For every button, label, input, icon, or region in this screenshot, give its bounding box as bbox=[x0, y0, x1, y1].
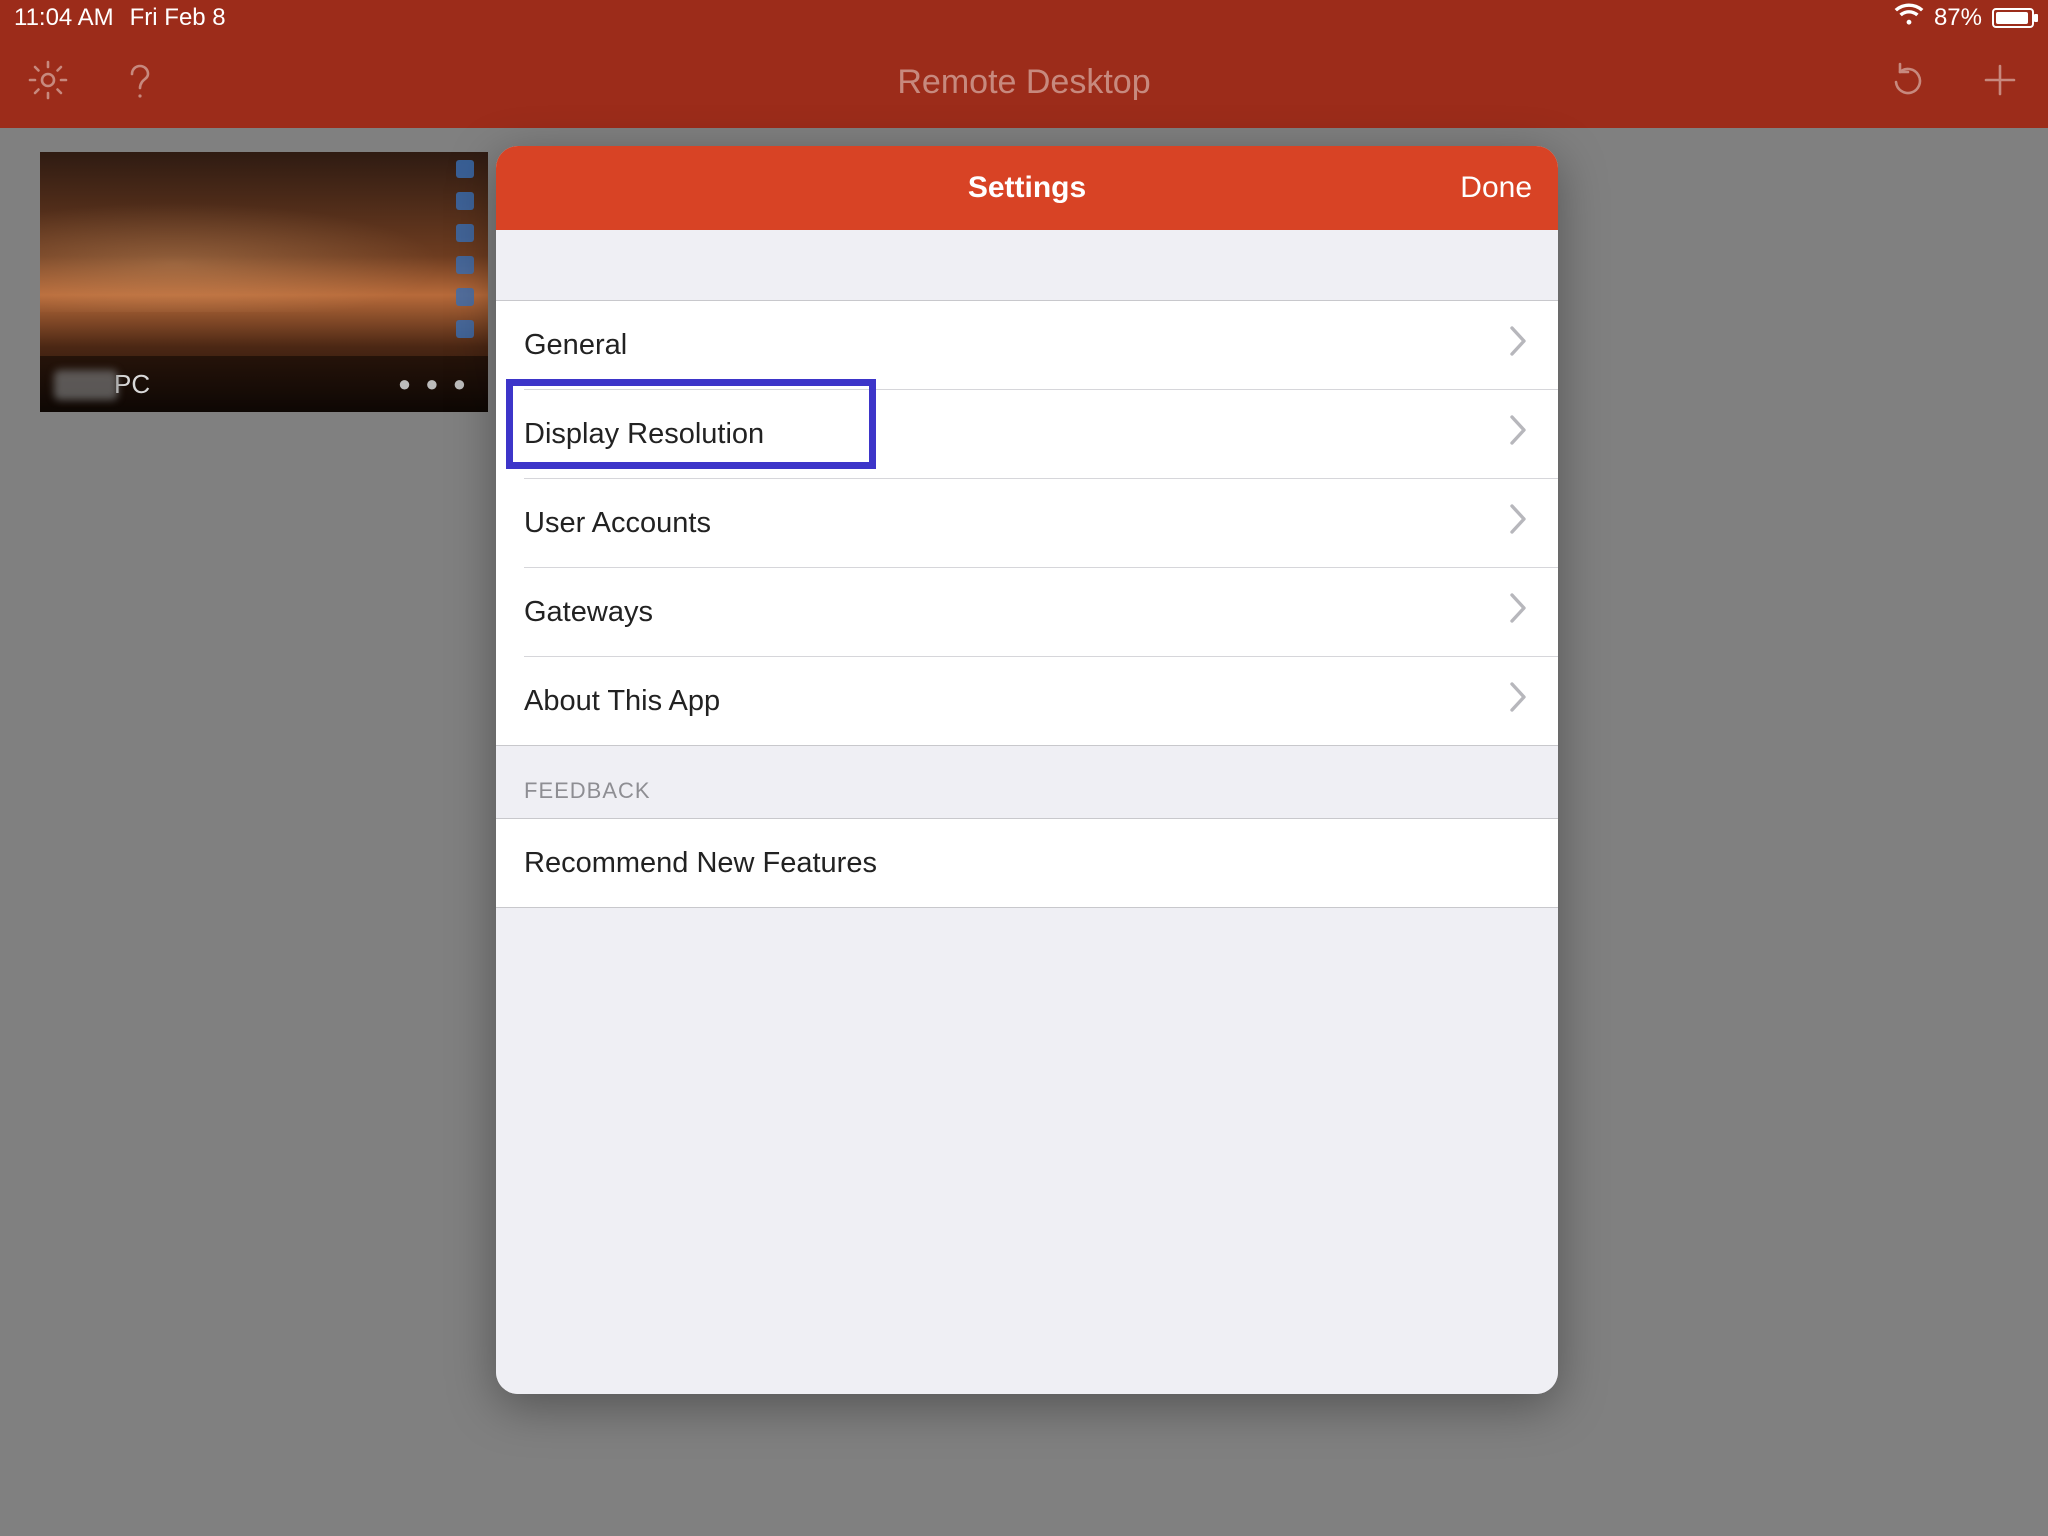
settings-row-user-accounts[interactable]: User Accounts bbox=[496, 479, 1558, 567]
thumbnail-name-prefix bbox=[54, 370, 118, 400]
app-title: Remote Desktop bbox=[897, 63, 1150, 102]
refresh-icon[interactable] bbox=[1886, 58, 1930, 107]
settings-section-main: General Display Resolution User Accounts… bbox=[496, 301, 1558, 745]
chevron-right-icon bbox=[1508, 413, 1530, 455]
wifi-icon bbox=[1894, 3, 1924, 34]
status-date: Fri Feb 8 bbox=[130, 4, 226, 32]
settings-row-display-resolution[interactable]: Display Resolution bbox=[496, 390, 1558, 478]
content-area: PC ● ● ● Settings Done General Display R… bbox=[0, 128, 2048, 1536]
status-bar: 11:04 AM Fri Feb 8 87% bbox=[0, 0, 2048, 36]
thumbnail-desktop-icons bbox=[456, 160, 480, 352]
settings-empty-space bbox=[496, 908, 1558, 1394]
thumbnail-footer: PC ● ● ● bbox=[40, 356, 488, 412]
status-time: 11:04 AM bbox=[14, 4, 114, 32]
pc-thumbnail[interactable]: PC ● ● ● bbox=[40, 152, 488, 412]
plus-icon[interactable] bbox=[1978, 58, 2022, 107]
settings-row-label: Gateways bbox=[524, 596, 653, 629]
settings-modal: Settings Done General Display Resolution… bbox=[496, 146, 1558, 1394]
section-spacer bbox=[496, 230, 1558, 300]
battery-percentage: 87% bbox=[1934, 4, 1982, 32]
settings-header: Settings Done bbox=[496, 146, 1558, 230]
settings-row-label: General bbox=[524, 329, 627, 362]
settings-row-general[interactable]: General bbox=[496, 301, 1558, 389]
settings-section-feedback: Recommend New Features bbox=[496, 819, 1558, 907]
settings-row-recommend-features[interactable]: Recommend New Features bbox=[496, 819, 1558, 907]
settings-row-about[interactable]: About This App bbox=[496, 657, 1558, 745]
top-bar: 11:04 AM Fri Feb 8 87% Remote Desktop bbox=[0, 0, 2048, 128]
settings-row-label: Recommend New Features bbox=[524, 847, 877, 880]
chevron-right-icon bbox=[1508, 591, 1530, 633]
settings-row-label: About This App bbox=[524, 685, 720, 718]
settings-row-label: Display Resolution bbox=[524, 418, 764, 451]
settings-row-label: User Accounts bbox=[524, 507, 711, 540]
chevron-right-icon bbox=[1508, 324, 1530, 366]
app-toolbar: Remote Desktop bbox=[0, 36, 2048, 128]
help-icon[interactable] bbox=[118, 58, 162, 107]
thumbnail-preview bbox=[40, 192, 488, 312]
more-icon[interactable]: ● ● ● bbox=[398, 371, 470, 397]
settings-title: Settings bbox=[968, 171, 1086, 205]
gear-icon[interactable] bbox=[26, 58, 70, 107]
chevron-right-icon bbox=[1508, 502, 1530, 544]
done-button[interactable]: Done bbox=[1460, 146, 1532, 230]
battery-icon bbox=[1992, 8, 2034, 28]
settings-row-gateways[interactable]: Gateways bbox=[496, 568, 1558, 656]
thumbnail-label: PC bbox=[114, 369, 150, 400]
chevron-right-icon bbox=[1508, 680, 1530, 722]
settings-section-feedback-header: FEEDBACK bbox=[496, 746, 1558, 818]
